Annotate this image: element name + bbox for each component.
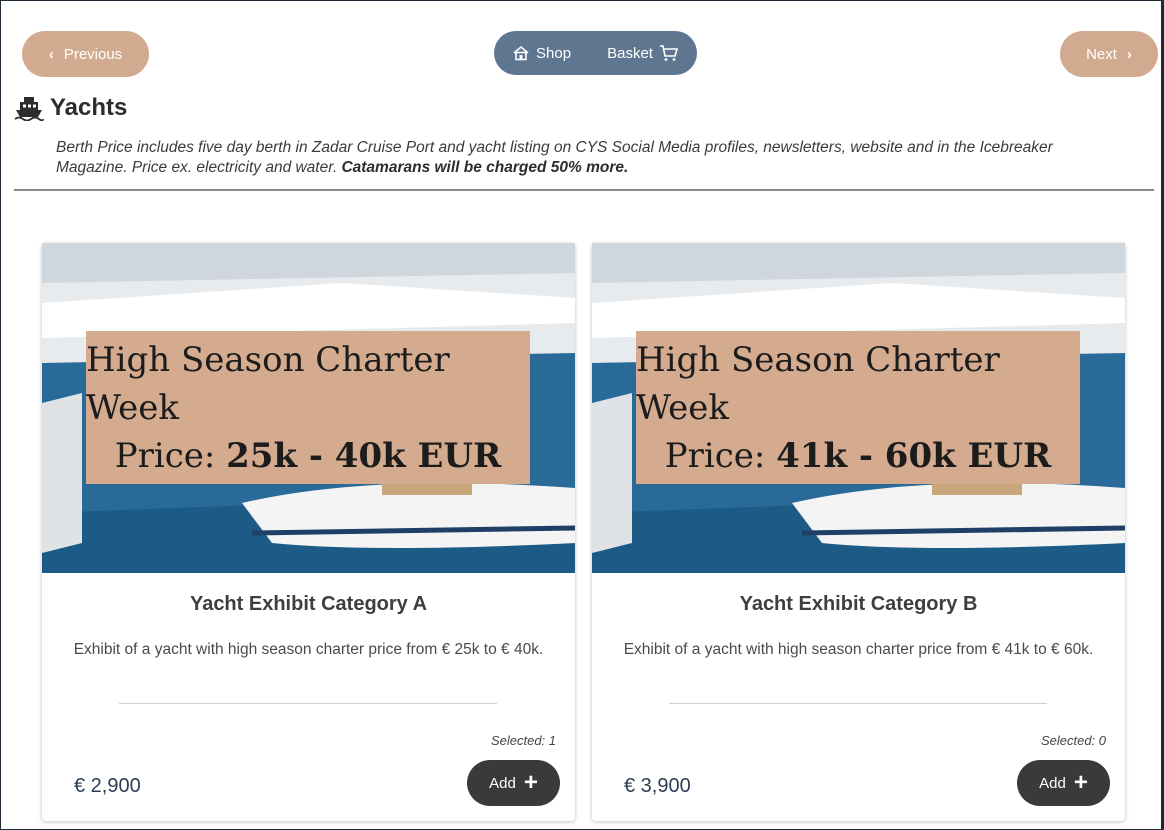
product-card-b: High Season Charter Week Price: 41k - 60… [592, 243, 1125, 821]
chevron-right-icon: › [1126, 45, 1132, 63]
overlay-price: Price: 41k - 60k EUR [664, 435, 1052, 476]
card-description: Exhibit of a yacht with high season char… [623, 641, 1094, 658]
divider [14, 189, 1154, 191]
previous-label: Previous [63, 45, 123, 63]
overlay-heading: High Season Charter Week [636, 339, 1000, 428]
product-card-a: High Season Charter Week Price: 25k - 40… [42, 243, 575, 821]
home-icon [513, 45, 529, 61]
shop-link[interactable]: Shop [512, 45, 571, 62]
card-title: Yacht Exhibit Category B [739, 593, 978, 615]
overlay-price: Price: 25k - 40k EUR [114, 435, 502, 476]
add-button[interactable]: Add + [1017, 760, 1110, 806]
section-description: Berth Price includes five day berth in Z… [56, 138, 1116, 178]
page-title: Yachts [14, 94, 127, 122]
chevron-left-icon: ‹ [48, 45, 54, 63]
product-image: High Season Charter Week Price: 25k - 40… [42, 243, 575, 573]
next-button[interactable]: Next › [1060, 31, 1158, 77]
add-label: Add [489, 774, 516, 792]
card-price: € 2,900 [74, 775, 141, 797]
plus-icon: + [523, 769, 538, 796]
shop-label: Shop [536, 44, 572, 62]
selected-count: Selected: 1 [490, 733, 556, 748]
section-title: Yachts [50, 94, 128, 121]
ship-icon [14, 97, 44, 121]
selected-count: Selected: 0 [1040, 733, 1106, 748]
basket-link[interactable]: Basket [607, 44, 679, 62]
add-button[interactable]: Add + [467, 760, 560, 806]
price-overlay: High Season Charter Week Price: 25k - 40… [86, 331, 530, 484]
card-title: Yacht Exhibit Category A [189, 593, 428, 615]
basket-label: Basket [607, 44, 653, 62]
cart-icon [659, 45, 679, 61]
card-price: € 3,900 [624, 775, 691, 797]
card-divider [669, 703, 1047, 704]
next-label: Next [1086, 45, 1117, 63]
plus-icon: + [1073, 769, 1088, 796]
overlay-heading: High Season Charter Week [86, 339, 450, 428]
add-label: Add [1039, 774, 1066, 792]
card-divider [119, 703, 497, 704]
card-description: Exhibit of a yacht with high season char… [73, 641, 544, 658]
product-image: High Season Charter Week Price: 41k - 60… [592, 243, 1125, 573]
previous-button[interactable]: ‹ Previous [22, 31, 149, 77]
price-overlay: High Season Charter Week Price: 41k - 60… [636, 331, 1080, 484]
description-bold: Catamarans will be charged 50% more. [341, 159, 629, 176]
shop-basket-nav: Shop Basket [494, 31, 697, 75]
